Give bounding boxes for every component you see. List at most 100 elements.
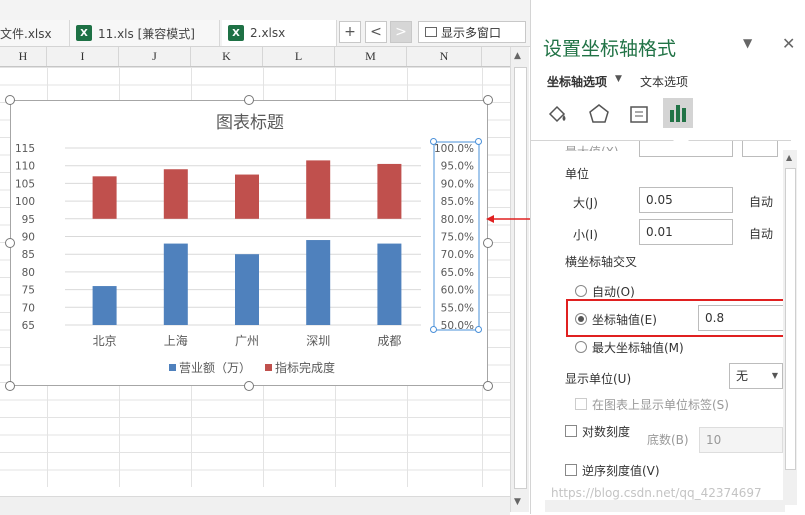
scroll-up-icon[interactable]: ▲ [514, 51, 521, 61]
y-tick-label: 65 [22, 320, 35, 332]
radio-max-axis-value-label[interactable]: 最大坐标轴值(M) [592, 339, 684, 356]
pane-horizontal-scrollbar[interactable] [545, 500, 785, 512]
chart-title[interactable]: 图表标题 [216, 113, 284, 133]
fill-line-icon[interactable] [545, 102, 571, 126]
x-category-label: 北京 [93, 334, 117, 348]
prev-tab-button[interactable]: < [365, 21, 387, 43]
resize-handle[interactable] [244, 95, 254, 105]
resize-handle[interactable] [483, 381, 493, 391]
resize-handle[interactable] [483, 95, 493, 105]
axis-selection-handle[interactable] [430, 138, 437, 145]
pane-vertical-scrollbar[interactable]: ▲ [783, 150, 797, 505]
column-header-m[interactable]: M [335, 47, 407, 66]
y-tick-label: 105 [15, 178, 35, 190]
watermark-text: https://blog.csdn.net/qq_42374697 [551, 486, 762, 500]
display-units-label: 显示单位(U) [565, 372, 632, 386]
minor-unit-input[interactable]: 0.01 [639, 219, 733, 245]
tab-text-options[interactable]: 文本选项 [640, 73, 688, 90]
resize-handle[interactable] [5, 381, 15, 391]
add-tab-button[interactable]: + [339, 21, 361, 43]
bar-completion[interactable] [235, 174, 259, 219]
cut-off-label: 最大值(X) [565, 143, 619, 151]
size-properties-icon[interactable] [627, 102, 651, 126]
column-header-h[interactable]: H [0, 47, 47, 66]
bar-completion[interactable] [92, 176, 117, 219]
scroll-thumb[interactable] [514, 67, 527, 489]
maximum-reset-button[interactable] [742, 141, 778, 157]
y-tick-label: 85 [22, 249, 35, 261]
column-headers: H I J K L M N [0, 47, 510, 67]
y-tick-label: 75 [22, 285, 35, 297]
bar-completion[interactable] [377, 163, 402, 219]
tab-label: 11.xls [兼容模式] [98, 26, 195, 41]
column-header-n[interactable]: N [407, 47, 482, 66]
column-header-l[interactable]: L [263, 47, 335, 66]
column-header-k[interactable]: K [191, 47, 263, 66]
resize-handle[interactable] [244, 381, 254, 391]
bar-revenue[interactable] [92, 286, 117, 325]
show-units-label-checkbox[interactable] [575, 398, 587, 410]
bar-revenue[interactable] [163, 243, 188, 325]
axis-selection-handle[interactable] [475, 138, 482, 145]
y2-tick-label: 100.0% [434, 143, 474, 155]
major-unit-auto-button[interactable]: 自动 [749, 193, 773, 210]
chevron-down-icon[interactable]: ▼ [615, 74, 622, 84]
bar-revenue[interactable] [377, 243, 402, 325]
legend-swatch [265, 364, 272, 371]
legend-label: 指标完成度 [275, 360, 335, 375]
y2-tick-label: 95.0% [441, 161, 474, 173]
resize-handle[interactable] [5, 95, 15, 105]
radio-auto-label[interactable]: 自动(O) [592, 283, 635, 300]
chart-area[interactable]: 图表标题 115 110 105 100 95 90 85 80 75 70 65 100.0% 95… [10, 100, 488, 386]
unit-section-label: 单位 [565, 167, 590, 181]
effects-icon[interactable] [587, 102, 611, 126]
radio-auto[interactable] [575, 285, 587, 297]
y-tick-label: 110 [15, 161, 35, 173]
scroll-up-icon[interactable]: ▲ [786, 153, 792, 162]
column-header-j[interactable]: J [119, 47, 191, 66]
major-unit-input[interactable]: 0.05 [639, 187, 733, 213]
axis-options-icon-tab[interactable] [663, 98, 693, 128]
reverse-order-checkbox[interactable] [565, 464, 577, 476]
radio-max-axis-value[interactable] [575, 341, 587, 353]
display-units-select[interactable]: 无 ▼ [729, 363, 783, 389]
tab-axis-options[interactable]: 坐标轴选项 [547, 73, 607, 90]
close-icon[interactable]: ✕ [782, 34, 795, 53]
show-multi-window-label: 显示多窗口 [441, 25, 502, 40]
bar-revenue[interactable] [306, 240, 331, 325]
tab-workbook-2[interactable]: X 11.xls [兼容模式] [70, 20, 220, 46]
chevron-down-icon: ▼ [771, 371, 778, 380]
maximum-input[interactable] [639, 141, 733, 157]
horizontal-scrollbar[interactable] [0, 496, 510, 515]
tab-pointer [673, 133, 689, 141]
tab-workbook-3[interactable]: X 2.xlsx [222, 20, 337, 46]
minor-unit-label: 小(I) [573, 228, 598, 242]
bar-completion[interactable] [306, 160, 331, 219]
tab-workbook-1[interactable]: 文件.xlsx [0, 20, 70, 46]
y-tick-label: 115 [15, 143, 35, 155]
bar-completion[interactable] [163, 169, 188, 219]
log-scale-checkbox[interactable] [565, 425, 577, 437]
show-multi-window-button[interactable]: 显示多窗口 [418, 21, 526, 43]
base-input[interactable]: 10 [699, 427, 783, 453]
axis-selection-handle[interactable] [430, 326, 437, 333]
scroll-down-icon[interactable]: ▼ [514, 497, 521, 507]
resize-handle[interactable] [483, 238, 493, 248]
log-scale-label[interactable]: 对数刻度 [582, 423, 630, 440]
bar-chart-icon [670, 105, 686, 122]
scroll-thumb[interactable] [785, 168, 796, 470]
vertical-scrollbar[interactable]: ▲ ▼ [510, 47, 529, 512]
reverse-order-label[interactable]: 逆序刻度值(V) [582, 462, 660, 479]
resize-handle[interactable] [5, 238, 15, 248]
next-tab-button[interactable]: > [390, 21, 412, 43]
show-units-label-text: 在图表上显示单位标签(S) [592, 398, 729, 412]
y2-tick-label: 80.0% [441, 214, 474, 226]
x-category-label: 上海 [164, 333, 188, 348]
axis-selection-handle[interactable] [475, 326, 482, 333]
red-highlight-box [566, 299, 793, 337]
pane-dropdown-icon[interactable]: ▼ [743, 36, 752, 50]
column-header-i[interactable]: I [47, 47, 119, 66]
bar-revenue[interactable] [235, 254, 259, 325]
y2-tick-label: 70.0% [441, 249, 474, 261]
minor-unit-auto-button[interactable]: 自动 [749, 225, 773, 242]
